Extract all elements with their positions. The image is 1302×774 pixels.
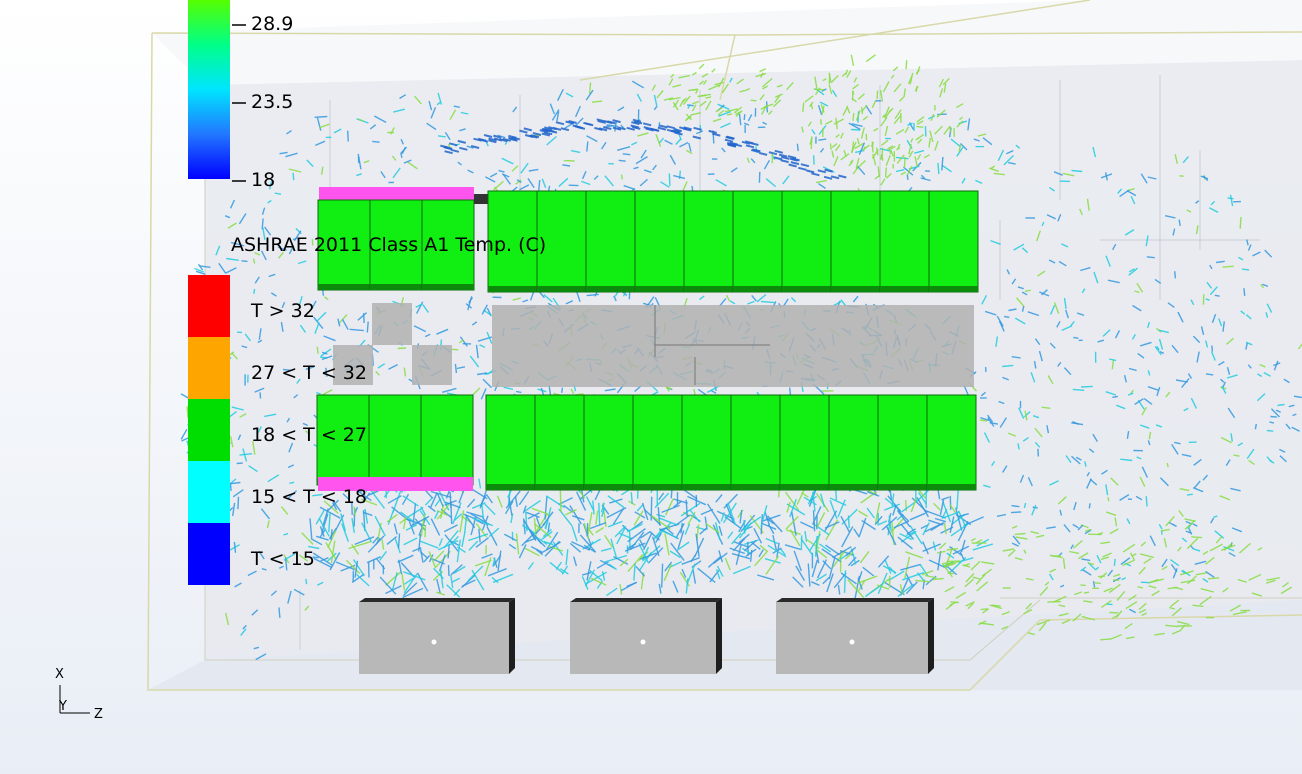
legend-item-label: 18 < T < 27 [251,424,367,446]
legend-item-label: 27 < T < 32 [251,362,367,384]
legend-swatch [188,275,230,337]
crac-top [359,598,515,602]
legend-item-label: T < 15 [251,548,315,570]
server-rack[interactable] [928,190,979,293]
server-rack[interactable] [420,394,474,486]
rack-base [927,484,976,490]
rack-base [318,284,370,290]
crac-indicator [640,639,646,645]
server-rack[interactable] [830,190,881,293]
rack-base [829,484,878,490]
legend-swatch [188,523,230,585]
server-rack[interactable] [781,190,832,293]
server-rack[interactable] [632,394,683,491]
legend-swatch [188,337,230,399]
colorbar-tick-mid: 23.5 [251,91,294,113]
rack-base [684,286,733,292]
legend-swatch [188,461,230,523]
rack-base [486,484,535,490]
rack-base [584,484,633,490]
rack-base [535,484,584,490]
pdu-top [319,187,474,201]
rack-connector [474,194,488,204]
crac-indicator [431,639,437,645]
colorbar-tick-max: 28.9 [251,13,294,35]
3d-viewport[interactable]: 28.9 23.5 18 ASHRAE 2011 Class A1 Temp. … [0,0,1302,774]
axis-label-z: Z [94,707,103,722]
crac-units[interactable] [359,598,934,674]
crac-top [776,598,934,602]
crac-unit[interactable] [570,602,716,674]
legend-item-label: T > 32 [251,300,315,322]
rack-base [731,484,780,490]
rack-base [733,286,782,292]
crac-top [570,598,722,602]
colorbar-tick-min: 18 [251,169,276,191]
rack-base [878,484,927,490]
rack-base [370,284,422,290]
crac-side [509,598,515,674]
server-rack[interactable] [926,394,977,491]
crac-side [928,598,934,674]
server-rack[interactable] [681,394,732,491]
scene-canvas[interactable] [0,0,1302,774]
legend-item-label: 15 < T < 18 [251,486,367,508]
legend-swatches [188,275,230,585]
crac-indicator [849,639,855,645]
server-rack[interactable] [877,394,928,491]
axis-label-y: Y [59,699,67,714]
rack-base [586,286,635,292]
axis-label-x: X [55,667,64,682]
server-rack[interactable] [779,394,830,491]
crac-side [716,598,722,674]
server-rack[interactable] [732,190,783,293]
server-rack[interactable] [879,190,930,293]
legend-title: ASHRAE 2011 Class A1 Temp. (C) [231,234,547,256]
rack-base [782,286,831,292]
server-rack[interactable] [730,394,781,491]
server-rack[interactable] [585,190,636,293]
server-rack[interactable] [683,190,734,293]
rack-base [488,286,537,292]
rack-base [635,286,684,292]
rack-base [780,484,829,490]
server-rack[interactable] [368,394,422,486]
server-rack[interactable] [583,394,634,491]
rack-base [422,284,474,290]
crac-unit[interactable] [776,602,928,674]
crac-unit[interactable] [359,602,509,674]
server-rack[interactable] [634,190,685,293]
rack-base [880,286,929,292]
rack-base [537,286,586,292]
server-rack[interactable] [828,394,879,491]
legend-swatch [188,399,230,461]
rack-base [831,286,880,292]
rack-base [633,484,682,490]
rack-base [682,484,731,490]
rack-base [929,286,978,292]
server-rack[interactable] [485,394,536,491]
server-rack[interactable] [534,394,585,491]
